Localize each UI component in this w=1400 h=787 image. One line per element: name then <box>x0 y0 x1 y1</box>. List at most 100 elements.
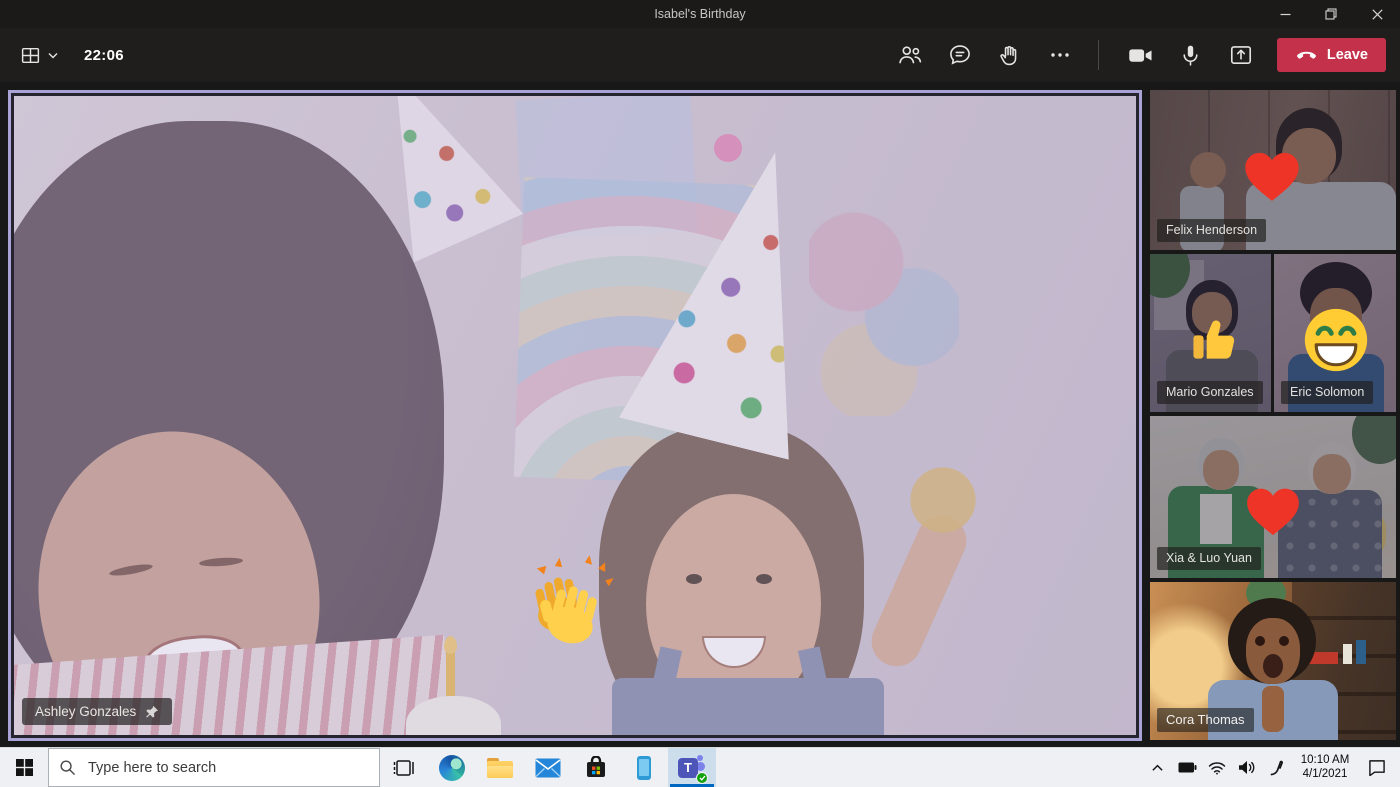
camera-button[interactable] <box>1121 35 1161 75</box>
close-icon <box>1371 8 1383 20</box>
task-view-icon <box>393 759 414 776</box>
participant-tile-mario[interactable]: Mario Gonzales <box>1150 254 1271 412</box>
camera-icon <box>1129 48 1152 62</box>
presenter-name: Ashley Gonzales <box>35 704 137 719</box>
raised-hand-icon <box>1000 45 1017 65</box>
restore-button[interactable] <box>1308 0 1354 28</box>
hang-up-icon <box>1296 51 1316 59</box>
microphone-icon <box>1183 45 1198 66</box>
gallery-view-button[interactable] <box>18 41 60 70</box>
beaming-face-reaction-icon <box>1304 308 1368 372</box>
your-phone-icon <box>637 755 651 780</box>
raise-hand-button[interactable] <box>990 35 1030 75</box>
windows-ink-button[interactable] <box>1262 748 1292 787</box>
teams-taskbar-button[interactable]: T <box>668 748 716 787</box>
close-button[interactable] <box>1354 0 1400 28</box>
gallery-grid-icon <box>21 47 40 63</box>
windows-taskbar: Type here to search T 10:10 AM 4/1/2021 <box>0 747 1400 787</box>
meeting-stage: Ashley Gonzales Felix Henderson Mario Go… <box>0 82 1400 747</box>
thumbs-up-reaction-icon <box>1193 320 1235 359</box>
speaker-icon <box>1239 761 1255 774</box>
share-button[interactable] <box>1221 35 1261 75</box>
minimize-button[interactable] <box>1262 0 1308 28</box>
wifi-icon <box>1208 761 1226 774</box>
toolbar-right-group: Leave <box>880 35 1386 75</box>
action-center-button[interactable] <box>1358 748 1396 787</box>
pen-icon <box>1270 760 1283 775</box>
teams-meeting-window: Isabel's Birthday 22:06 Leave Ashley Gon… <box>0 0 1400 787</box>
file-explorer-icon <box>487 757 513 778</box>
participant-tile-felix[interactable]: Felix Henderson <box>1150 90 1396 250</box>
participant-tile-xia-luo[interactable]: Xia & Luo Yuan <box>1150 416 1396 578</box>
mail-taskbar-button[interactable] <box>524 748 572 787</box>
clock-time: 10:10 AM <box>1300 754 1350 766</box>
cora-eye <box>1279 636 1289 646</box>
cora-eye <box>1255 636 1265 646</box>
task-view-button[interactable] <box>380 748 428 787</box>
share-icon <box>1230 46 1251 64</box>
leave-button-label: Leave <box>1326 47 1368 63</box>
restore-icon <box>1325 8 1337 20</box>
toolbar-left-group: 22:06 <box>18 41 124 70</box>
main-video-frame: Ashley Gonzales <box>11 93 1139 738</box>
participant-name-label: Mario Gonzales <box>1157 381 1263 404</box>
chat-icon <box>949 45 970 65</box>
title-bar: Isabel's Birthday <box>0 0 1400 28</box>
clapping-hands-reaction-icon <box>535 555 614 644</box>
minimize-icon <box>1280 13 1290 15</box>
cora-open-mouth <box>1263 654 1283 678</box>
cora-hands-pressed <box>1262 686 1284 732</box>
chevron-up-icon <box>1151 764 1163 771</box>
edge-icon <box>439 754 465 781</box>
window-controls <box>1262 0 1400 28</box>
your-phone-taskbar-button[interactable] <box>620 748 668 787</box>
edge-taskbar-button[interactable] <box>428 748 476 787</box>
tray-overflow-button[interactable] <box>1142 748 1172 787</box>
taskbar-clock[interactable]: 10:10 AM 4/1/2021 <box>1292 754 1358 781</box>
search-input[interactable] <box>86 758 326 777</box>
battery-status-button[interactable] <box>1172 748 1202 787</box>
more-options-button[interactable] <box>1040 35 1080 75</box>
windows-logo-icon <box>15 759 33 776</box>
action-center-icon <box>1369 760 1385 776</box>
leave-button[interactable]: Leave <box>1276 38 1386 72</box>
main-video-tile[interactable]: Ashley Gonzales <box>8 90 1142 741</box>
book <box>1343 644 1352 664</box>
clock-date: 4/1/2021 <box>1302 767 1348 780</box>
ellipsis-icon <box>1051 53 1069 57</box>
volume-status-button[interactable] <box>1232 748 1262 787</box>
teams-t-tile: T <box>678 757 698 778</box>
heart-reaction-icon <box>1247 488 1299 536</box>
participant-tile-cora[interactable]: Cora Thomas <box>1150 582 1396 740</box>
search-icon <box>60 760 75 775</box>
folder-front <box>487 765 513 778</box>
meeting-timer: 22:06 <box>84 46 124 64</box>
book <box>1356 640 1366 664</box>
battery-icon <box>1178 762 1196 773</box>
toolbar-divider <box>1097 40 1099 70</box>
participant-name-label: Xia & Luo Yuan <box>1157 547 1261 570</box>
participant-name-label: Felix Henderson <box>1157 219 1267 242</box>
mail-icon <box>535 758 561 777</box>
chat-button[interactable] <box>940 35 980 75</box>
window-title: Isabel's Birthday <box>654 7 746 21</box>
pin-icon <box>146 705 159 718</box>
participant-tile-eric[interactable]: Eric Solomon <box>1274 254 1396 412</box>
participant-name-label: Eric Solomon <box>1281 381 1374 404</box>
store-icon <box>587 755 605 777</box>
teams-icon: T <box>678 754 708 784</box>
meeting-toolbar: 22:06 Leave <box>0 28 1400 82</box>
start-button[interactable] <box>0 748 48 787</box>
teams-active-check-badge <box>696 771 708 784</box>
participants-button[interactable] <box>890 35 930 75</box>
store-taskbar-button[interactable] <box>572 748 620 787</box>
wifi-status-button[interactable] <box>1202 748 1232 787</box>
teams-person-dot <box>697 754 703 761</box>
microphone-button[interactable] <box>1171 35 1211 75</box>
taskbar-search-box[interactable] <box>48 748 380 787</box>
system-tray: 10:10 AM 4/1/2021 <box>1142 748 1400 787</box>
file-explorer-taskbar-button[interactable] <box>476 748 524 787</box>
chevron-down-icon <box>48 52 58 58</box>
participant-name-label: Cora Thomas <box>1157 708 1254 732</box>
participants-icon <box>899 46 922 64</box>
